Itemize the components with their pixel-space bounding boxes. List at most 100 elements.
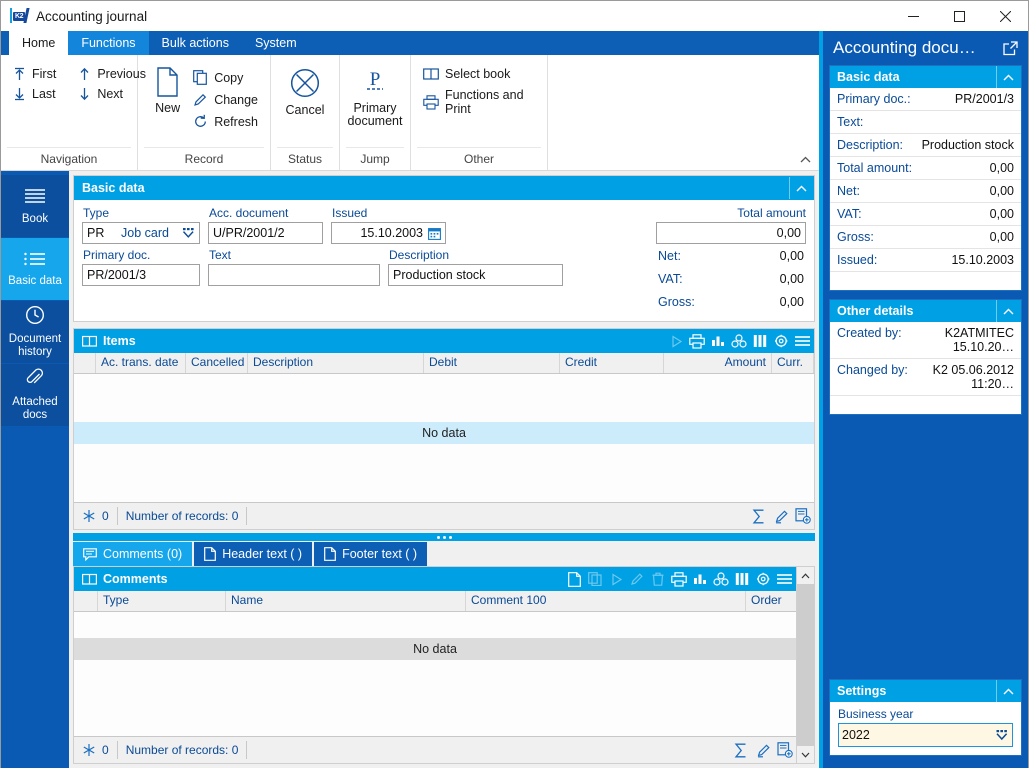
comments-col-name[interactable]: Name xyxy=(226,591,466,611)
tab-header-text[interactable]: Header text ( ) xyxy=(194,542,313,566)
comments-col-select[interactable] xyxy=(74,591,98,611)
pencil-edit-icon[interactable] xyxy=(752,739,774,761)
run-icon[interactable] xyxy=(606,569,626,589)
items-col-cancelled[interactable]: Cancelled xyxy=(186,353,248,373)
maximize-icon[interactable] xyxy=(936,1,982,31)
totals-group: Total amount 0,00 Net: 0,00 VAT: 0,00 Gr… xyxy=(656,206,806,313)
last-button[interactable]: Last xyxy=(9,85,60,103)
new-button[interactable]: New xyxy=(146,61,189,121)
sidebar-item-attached-docs[interactable]: Attached docs xyxy=(1,364,69,426)
type-input[interactable]: PR Job card xyxy=(82,222,200,244)
bar-chart-icon[interactable] xyxy=(690,569,710,589)
print-icon[interactable] xyxy=(669,569,689,589)
select-book-button[interactable]: Select book xyxy=(419,65,539,83)
group-pivot-icon[interactable] xyxy=(711,569,731,589)
items-col-credit[interactable]: Credit xyxy=(560,353,664,373)
comments-col-order[interactable]: Order xyxy=(746,591,796,611)
open-external-icon[interactable] xyxy=(1003,40,1018,56)
add-record-icon[interactable] xyxy=(774,739,796,761)
text-input[interactable] xyxy=(208,264,380,286)
tab-functions[interactable]: Functions xyxy=(68,31,149,55)
right-other-details-collapse-chevron-up-icon[interactable] xyxy=(996,300,1019,322)
chevron-down-double-icon[interactable] xyxy=(995,729,1009,742)
snowflake-filter-icon[interactable] xyxy=(82,743,96,757)
right-row-created-by-label: Created by: xyxy=(837,326,902,340)
sigma-icon[interactable] xyxy=(748,505,770,527)
refresh-button[interactable]: Refresh xyxy=(189,112,262,131)
hamburger-menu-icon[interactable] xyxy=(792,331,812,351)
cancel-button[interactable]: Cancel xyxy=(279,61,331,123)
tab-bulk-actions[interactable]: Bulk actions xyxy=(149,31,242,55)
scrollbar-thumb[interactable] xyxy=(797,584,814,746)
acc-document-input[interactable]: U/PR/2001/2 xyxy=(208,222,323,244)
comments-vertical-scrollbar[interactable] xyxy=(797,566,815,764)
first-button[interactable]: First xyxy=(9,65,60,83)
bar-chart-icon[interactable] xyxy=(708,331,728,351)
right-basic-data-collapse-chevron-up-icon[interactable] xyxy=(996,66,1019,88)
copy-button[interactable]: Copy xyxy=(189,68,262,87)
columns-icon[interactable] xyxy=(750,331,770,351)
primary-document-button[interactable]: P Primary document xyxy=(346,61,405,134)
comments-title: Comments xyxy=(103,572,168,586)
comments-col-type[interactable]: Type xyxy=(98,591,226,611)
print-icon[interactable] xyxy=(687,331,707,351)
delete-icon[interactable] xyxy=(648,569,668,589)
sidebar-item-document-history[interactable]: Document history xyxy=(1,301,69,363)
business-year-input[interactable]: 2022 xyxy=(838,723,1013,747)
cancel-label: Cancel xyxy=(285,103,325,117)
group-pivot-icon[interactable] xyxy=(729,331,749,351)
items-col-select[interactable] xyxy=(74,353,96,373)
pencil-icon xyxy=(193,92,208,107)
items-col-description[interactable]: Description xyxy=(248,353,424,373)
basic-data-collapse-chevron-up-icon[interactable] xyxy=(789,177,812,199)
right-settings-collapse-chevron-up-icon[interactable] xyxy=(996,680,1019,702)
pencil-icon[interactable] xyxy=(627,569,647,589)
total-amount-label: Total amount xyxy=(737,206,806,220)
add-record-icon[interactable] xyxy=(792,505,814,527)
document-icon xyxy=(324,547,336,561)
settings-gear-icon[interactable] xyxy=(771,331,791,351)
items-col-curr[interactable]: Curr. xyxy=(772,353,814,373)
settings-gear-icon[interactable] xyxy=(753,569,773,589)
comments-filter-group[interactable]: 0 xyxy=(74,741,118,759)
columns-icon[interactable] xyxy=(732,569,752,589)
snowflake-filter-icon[interactable] xyxy=(82,509,96,523)
description-input[interactable]: Production stock xyxy=(388,264,563,286)
scroll-up-chevron-up-icon[interactable] xyxy=(797,567,814,584)
items-col-ac-trans-date[interactable]: Ac. trans. date xyxy=(96,353,186,373)
items-col-amount[interactable]: Amount xyxy=(664,353,772,373)
items-grid-header: Ac. trans. date Cancelled Description De… xyxy=(74,353,814,374)
scroll-down-chevron-down-icon[interactable] xyxy=(797,746,814,763)
minimize-icon[interactable] xyxy=(890,1,936,31)
ribbon-collapse-chevron-up-icon[interactable] xyxy=(797,151,813,167)
tab-footer-text-label: Footer text ( ) xyxy=(342,547,418,561)
tab-footer-text[interactable]: Footer text ( ) xyxy=(314,542,428,566)
hamburger-menu-icon[interactable] xyxy=(774,569,794,589)
tab-system[interactable]: System xyxy=(242,31,310,55)
right-other-details-header: Other details xyxy=(830,300,1021,322)
change-button[interactable]: Change xyxy=(189,90,262,109)
pencil-edit-icon[interactable] xyxy=(770,505,792,527)
sidebar-item-book[interactable]: Book xyxy=(1,175,69,237)
primary-doc-input[interactable]: PR/2001/3 xyxy=(82,264,200,286)
sigma-icon[interactable] xyxy=(730,739,752,761)
ribbon-group-jump-label: Jump xyxy=(346,147,404,170)
calendar-icon[interactable] xyxy=(428,227,441,240)
tab-home[interactable]: Home xyxy=(9,31,69,55)
copy-icon[interactable] xyxy=(585,569,605,589)
sidebar-item-basic-data[interactable]: Basic data xyxy=(1,238,69,300)
functions-and-print-button[interactable]: Functions and Print xyxy=(419,86,539,118)
items-filter-group[interactable]: 0 xyxy=(74,507,118,525)
issued-input[interactable]: 15.10.2003 xyxy=(331,222,446,244)
comments-col-comment-100[interactable]: Comment 100 xyxy=(466,591,746,611)
tab-comments[interactable]: Comments (0) xyxy=(73,542,193,566)
next-label: Next xyxy=(97,87,124,101)
right-row-issued-value: 15.10.2003 xyxy=(951,253,1014,267)
total-amount-input[interactable]: 0,00 xyxy=(656,222,806,244)
run-icon[interactable] xyxy=(666,331,686,351)
chevron-down-double-icon[interactable] xyxy=(182,227,195,239)
items-col-debit[interactable]: Debit xyxy=(424,353,560,373)
close-icon[interactable] xyxy=(982,1,1028,31)
panel-splitter[interactable] xyxy=(73,533,815,541)
new-document-icon[interactable] xyxy=(564,569,584,589)
